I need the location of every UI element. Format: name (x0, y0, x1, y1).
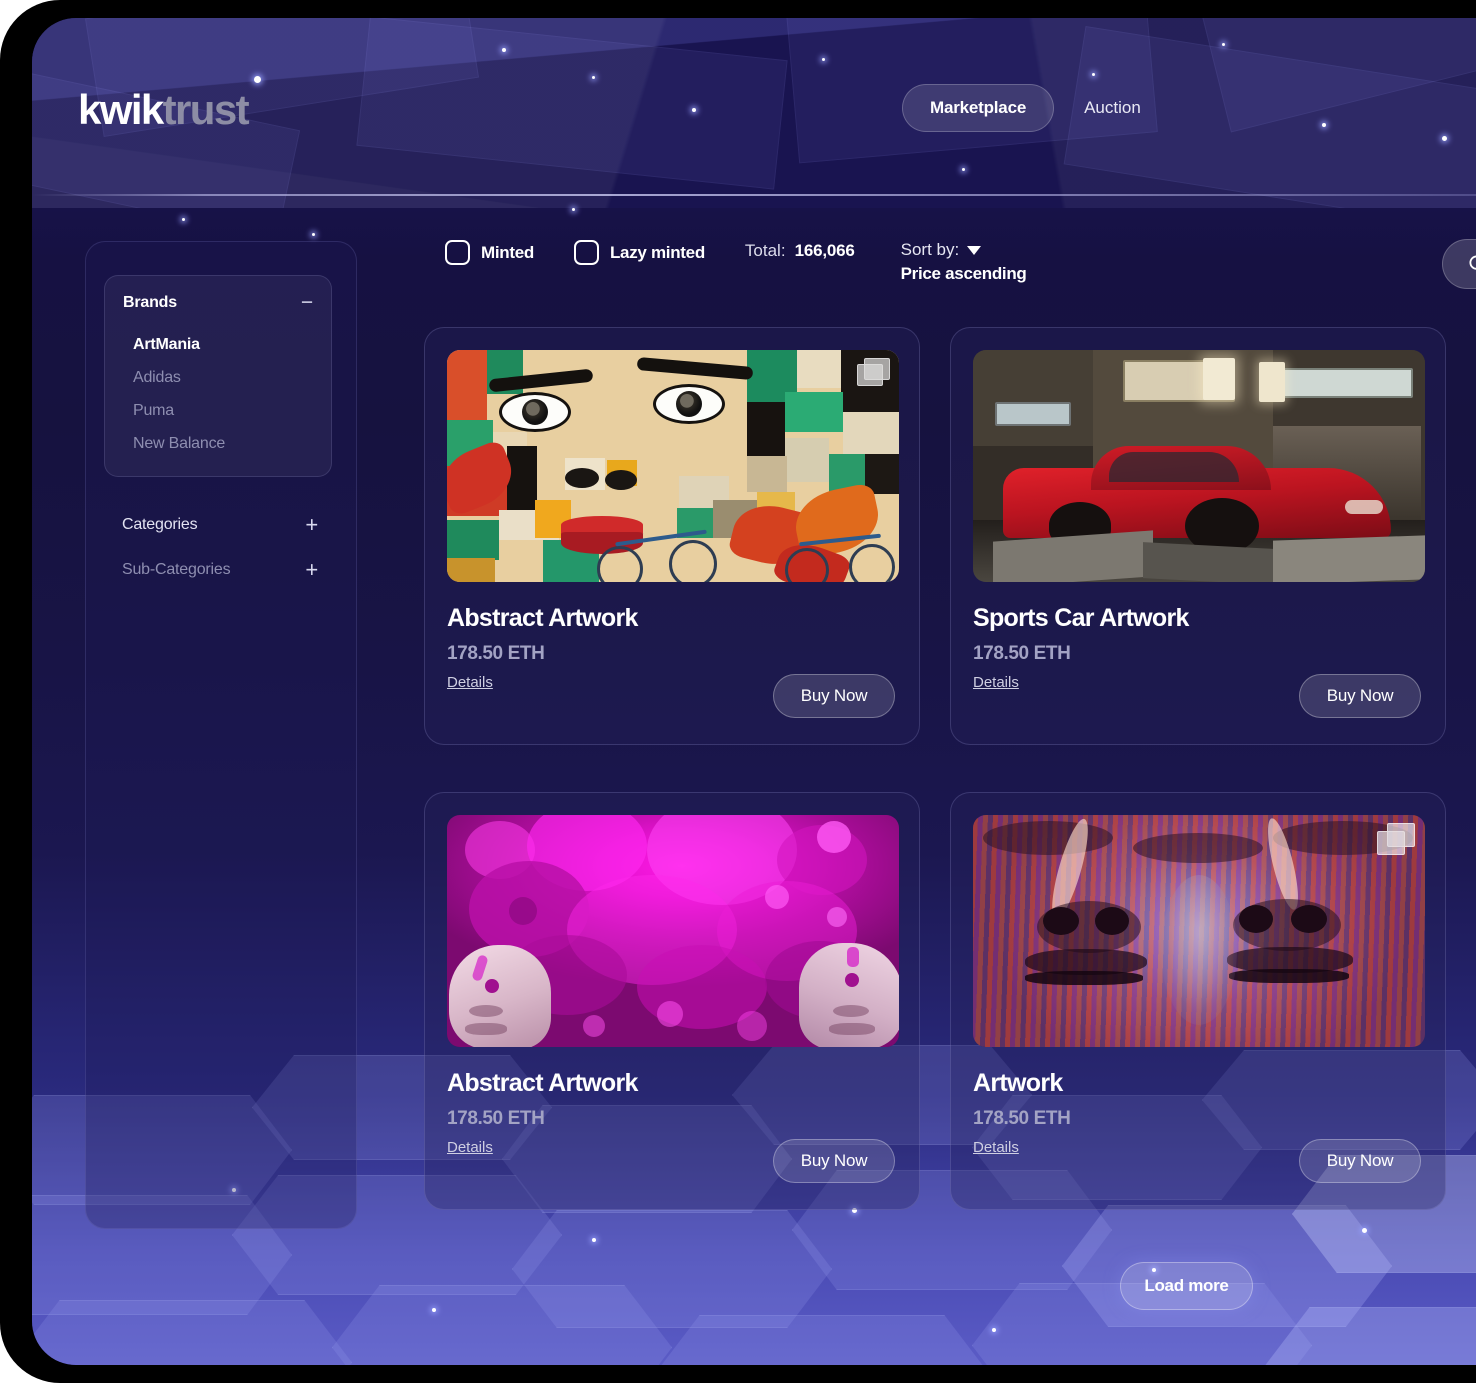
page-body: Brands − ArtMania Adidas Puma New Balanc… (32, 194, 1476, 1365)
brands-panel-title: Brands (123, 293, 177, 311)
checkbox-group-lazy-minted[interactable]: Lazy minted (573, 240, 705, 265)
nft-details-link[interactable]: Details (447, 1139, 493, 1156)
nft-artwork-image (447, 815, 899, 1047)
nft-card[interactable]: Abstract Artwork 178.50 ETH Details Buy … (424, 327, 920, 745)
sort-label: Sort by: (900, 240, 960, 259)
sort-selected-value: Price ascending (900, 264, 1027, 284)
categories-label: Categories (122, 516, 198, 533)
checkbox-minted-label: Minted (481, 242, 534, 262)
total-label: Total: (744, 241, 786, 260)
minus-icon[interactable]: − (301, 292, 313, 313)
nft-card[interactable]: Sports Car Artwork 178.50 ETH Details Bu… (950, 327, 1446, 745)
nft-details-link[interactable]: Details (447, 674, 493, 691)
checkbox-group-minted[interactable]: Minted (445, 240, 534, 265)
nft-title: Abstract Artwork (447, 604, 638, 632)
nft-title: Artwork (973, 1069, 1063, 1097)
layers-icon (857, 358, 891, 388)
layers-icon (1377, 823, 1417, 857)
caret-down-icon[interactable] (967, 245, 982, 255)
nft-card-grid: Abstract Artwork 178.50 ETH Details Buy … (424, 327, 1476, 1210)
nft-details-link[interactable]: Details (973, 674, 1019, 691)
nft-title: Sports Car Artwork (973, 604, 1189, 632)
nft-card[interactable]: Artwork 178.50 ETH Details Buy Now (950, 792, 1446, 1210)
sidebar-item-adidas[interactable]: Adidas (123, 366, 313, 390)
subcategories-label: Sub-Categories (122, 561, 231, 578)
buy-now-button[interactable]: Buy Now (773, 674, 895, 718)
checkbox-lazy-minted[interactable] (573, 240, 599, 265)
brands-filter-panel: Brands − ArtMania Adidas Puma New Balanc… (104, 275, 332, 477)
brand-logo[interactable]: kwiktrust (78, 86, 250, 134)
nav-tab-auction[interactable]: Auction (1074, 85, 1151, 131)
filter-sidebar: Brands − ArtMania Adidas Puma New Balanc… (85, 241, 357, 1229)
nft-price: 178.50 ETH (447, 643, 545, 664)
buy-now-button[interactable]: Buy Now (1299, 1139, 1421, 1183)
filter-row-categories[interactable]: Categories + (122, 514, 318, 536)
plus-icon[interactable]: + (305, 514, 318, 536)
brands-list: ArtMania Adidas Puma New Balance (123, 333, 313, 456)
nft-card[interactable]: Abstract Artwork 178.50 ETH Details Buy … (424, 792, 920, 1210)
search-button[interactable] (1442, 239, 1476, 289)
filter-row-subcategories[interactable]: Sub-Categories + (122, 559, 318, 581)
nft-details-link[interactable]: Details (973, 1139, 1019, 1156)
checkbox-minted[interactable] (445, 240, 470, 265)
nft-price: 178.50 ETH (973, 643, 1071, 664)
results-toolbar: Minted Lazy minted Total: 166,066 Sort b… (445, 240, 1027, 285)
plus-icon[interactable]: + (305, 559, 318, 581)
logo-text-primary: kwik (78, 86, 164, 133)
buy-now-button[interactable]: Buy Now (1299, 674, 1421, 718)
brands-panel-header[interactable]: Brands − (123, 292, 313, 313)
nft-artwork-image (973, 815, 1425, 1047)
app-header: kwiktrust Marketplace Auction (32, 18, 1476, 194)
sidebar-item-puma[interactable]: Puma (123, 399, 313, 423)
checkbox-lazy-minted-label: Lazy minted (609, 242, 705, 262)
logo-text-secondary: trust (162, 86, 250, 133)
app-screen: kwiktrust Marketplace Auction Brands − A… (32, 18, 1476, 1365)
main-navigation: Marketplace Auction (902, 84, 1151, 132)
sort-control[interactable]: Sort by: Price ascending (901, 240, 1027, 285)
nft-artwork-image (973, 350, 1425, 582)
search-icon (1469, 255, 1476, 270)
sidebar-item-new-balance[interactable]: New Balance (123, 432, 313, 456)
nft-artwork-image (447, 350, 899, 582)
nav-tab-marketplace[interactable]: Marketplace (902, 84, 1055, 132)
nft-price: 178.50 ETH (973, 1108, 1071, 1129)
sidebar-item-artmania[interactable]: ArtMania (123, 333, 313, 357)
total-count: Total: 166,066 (745, 241, 855, 261)
nft-title: Abstract Artwork (447, 1069, 638, 1097)
device-frame: kwiktrust Marketplace Auction Brands − A… (0, 0, 1476, 1383)
nft-price: 178.50 ETH (447, 1108, 545, 1129)
total-value: 166,066 (794, 241, 855, 260)
load-more-button[interactable]: Load more (1120, 1262, 1253, 1310)
buy-now-button[interactable]: Buy Now (773, 1139, 895, 1183)
